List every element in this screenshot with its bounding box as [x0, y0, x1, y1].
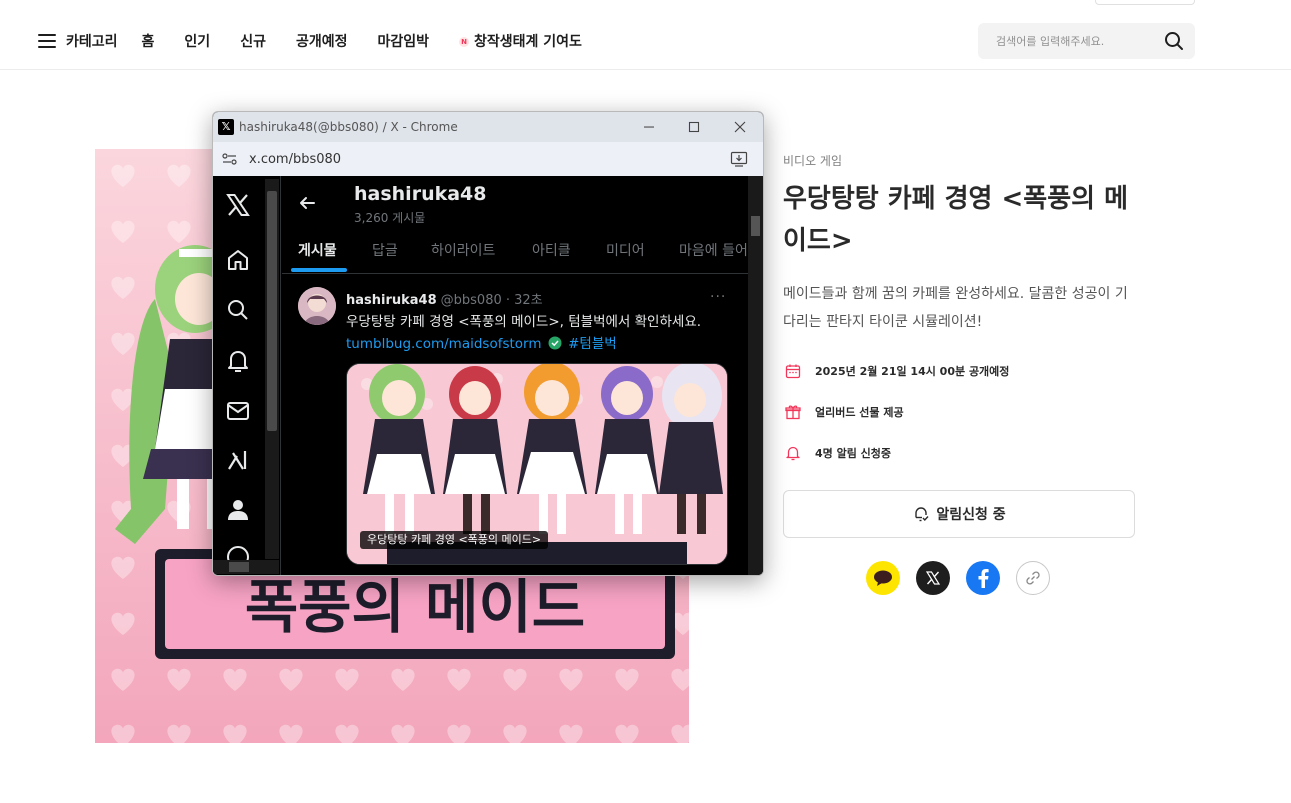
- alert-count-row: 4명 알림 신청중: [785, 443, 891, 463]
- horizontal-scrollbar[interactable]: [213, 560, 279, 574]
- url-text[interactable]: x.com/bbs080: [249, 152, 341, 167]
- address-bar[interactable]: x.com/bbs080: [213, 142, 763, 176]
- chrome-popup-window: 𝕏 hashiruka48(@bbs080) / X - Chrome x.co…: [212, 111, 764, 576]
- x-profile-page: hashiruka48 3,260 게시물 게시물 답글 하이라이트 아티클 미…: [213, 176, 763, 575]
- nav-item-creator-ecosystem-label: 창작생태계 기여도: [474, 34, 582, 50]
- gift-row: 얼리버드 선물 제공: [785, 402, 904, 422]
- site-settings-icon[interactable]: [221, 151, 239, 167]
- active-tab-indicator: [291, 268, 347, 272]
- facebook-icon: [978, 569, 989, 588]
- explore-search-icon[interactable]: [225, 297, 251, 323]
- tab-replies[interactable]: 답글: [372, 240, 398, 260]
- tweet-link[interactable]: tumblbug.com/maidsofstorm: [346, 336, 542, 352]
- x-favicon-icon: 𝕏: [218, 119, 234, 135]
- close-icon[interactable]: [729, 117, 751, 137]
- hamburger-menu-icon[interactable]: [38, 34, 56, 48]
- calendar-icon: [785, 364, 801, 379]
- link-icon: [1026, 571, 1040, 585]
- back-arrow-icon[interactable]: [298, 194, 316, 212]
- post-count: 3,260 게시물: [354, 211, 426, 225]
- gift-icon: [785, 405, 801, 420]
- home-icon[interactable]: [225, 247, 251, 273]
- tab-likes[interactable]: 마음에 들어: [679, 240, 748, 260]
- project-description: 메이드들과 함께 꿈의 카페를 완성하세요. 달콤한 성공이 기다리는 판타지 …: [783, 286, 1128, 330]
- kakaotalk-icon: [874, 570, 892, 586]
- nav-category-button[interactable]: 카테고리: [66, 31, 118, 51]
- tab-highlights[interactable]: 하이라이트: [431, 240, 495, 260]
- install-app-icon[interactable]: [730, 151, 748, 167]
- sidebar-scrollbar[interactable]: [265, 179, 279, 559]
- nav-item-closing-soon[interactable]: 마감임박: [377, 31, 429, 51]
- tab-articles[interactable]: 아티클: [532, 240, 571, 260]
- messages-mail-icon[interactable]: [225, 398, 251, 424]
- nav-item-upcoming[interactable]: 공개예정: [296, 31, 348, 51]
- top-utility-button[interactable]: [1095, 0, 1195, 5]
- tweet-handle-time: @bbs080 · 32초: [440, 293, 543, 308]
- launch-date-text: 2025년 2월 21일 14시 00분 공개예정: [815, 365, 1010, 378]
- tweet-author-name[interactable]: hashiruka48: [346, 293, 437, 308]
- project-title: 우당탕탕 카페 경영 <폭풍의 메이드>: [783, 184, 1129, 256]
- chrome-title-bar[interactable]: 𝕏 hashiruka48(@bbs080) / X - Chrome: [213, 112, 763, 142]
- tweet-text: 우당탕탕 카페 경영 <폭풍의 메이드>, 텀블벅에서 확인하세요.: [346, 314, 702, 330]
- bell-icon: [786, 446, 800, 461]
- notify-button-label: 알림신청 중: [936, 507, 1006, 523]
- tab-posts[interactable]: 게시물: [298, 240, 337, 260]
- kakaotalk-share-button[interactable]: [866, 561, 900, 595]
- gift-text: 얼리버드 선물 제공: [815, 406, 904, 419]
- share-buttons: [866, 561, 1066, 595]
- window-title: hashiruka48(@bbs080) / X - Chrome: [239, 120, 458, 134]
- tweet-image-caption: 우당탕탕 카페 경영 <폭풍의 메이드>: [360, 531, 549, 549]
- tweet[interactable]: hashiruka48 @bbs080 · 32초 ··· 우당탕탕 카페 경영 …: [282, 275, 748, 575]
- nav-item-new[interactable]: 신규: [240, 31, 266, 51]
- launch-date-row: 2025년 2월 21일 14시 00분 공개예정: [785, 361, 1009, 381]
- profile-tabs: 게시물 답글 하이라이트 아티클 미디어 마음에 들어: [282, 228, 748, 274]
- x-sidebar: [213, 176, 281, 575]
- tweet-link-line: tumblbug.com/maidsofstorm #텀블벅: [346, 332, 617, 352]
- nav-item-home[interactable]: 홈: [142, 31, 155, 51]
- new-badge: N: [459, 37, 470, 47]
- x-logo-icon[interactable]: [225, 192, 251, 218]
- search-input[interactable]: [996, 32, 1156, 50]
- maximize-icon[interactable]: [683, 117, 705, 137]
- bell-check-icon: [915, 507, 929, 522]
- tweet-image[interactable]: 우당탕탕 카페 경영 <폭풍의 메이드>: [346, 363, 728, 565]
- tweet-header: hashiruka48 @bbs080 · 32초: [346, 289, 543, 308]
- top-navigation: 카테고리 홈 인기 신규 공개예정 마감임박 N 창작생태계 기여도: [0, 0, 1291, 70]
- link-copy-button[interactable]: [1016, 561, 1050, 595]
- x-icon: [925, 571, 941, 585]
- tweet-author-avatar[interactable]: [298, 287, 336, 325]
- tab-media[interactable]: 미디어: [606, 240, 645, 260]
- nav-item-popular[interactable]: 인기: [184, 31, 210, 51]
- notifications-bell-icon[interactable]: [225, 348, 251, 374]
- verified-check-icon: [548, 336, 562, 350]
- x-share-button[interactable]: [916, 561, 950, 595]
- profile-name: hashiruka48: [354, 183, 487, 205]
- search-icon[interactable]: [1163, 30, 1185, 52]
- minimize-icon[interactable]: [638, 117, 660, 137]
- project-category[interactable]: 비디오 게임: [783, 152, 842, 169]
- cover-logo-text: 폭풍의 메이드: [245, 573, 585, 641]
- nav-item-creator-ecosystem[interactable]: N 창작생태계 기여도: [459, 31, 582, 51]
- alert-count-text: 4명 알림 신청중: [815, 447, 892, 460]
- tweet-hashtag[interactable]: #텀블벅: [568, 336, 617, 352]
- facebook-share-button[interactable]: [966, 561, 1000, 595]
- x-main-column: hashiruka48 3,260 게시물 게시물 답글 하이라이트 아티클 미…: [282, 176, 748, 575]
- nav-menu: 카테고리 홈 인기 신규 공개예정 마감임박 N 창작생태계 기여도: [38, 28, 612, 54]
- grok-icon[interactable]: [225, 447, 251, 473]
- tweet-more-options-icon[interactable]: ···: [710, 289, 726, 305]
- profile-person-icon[interactable]: [225, 497, 251, 523]
- notify-button[interactable]: 알림신청 중: [783, 490, 1135, 538]
- page-scrollbar[interactable]: [748, 176, 763, 575]
